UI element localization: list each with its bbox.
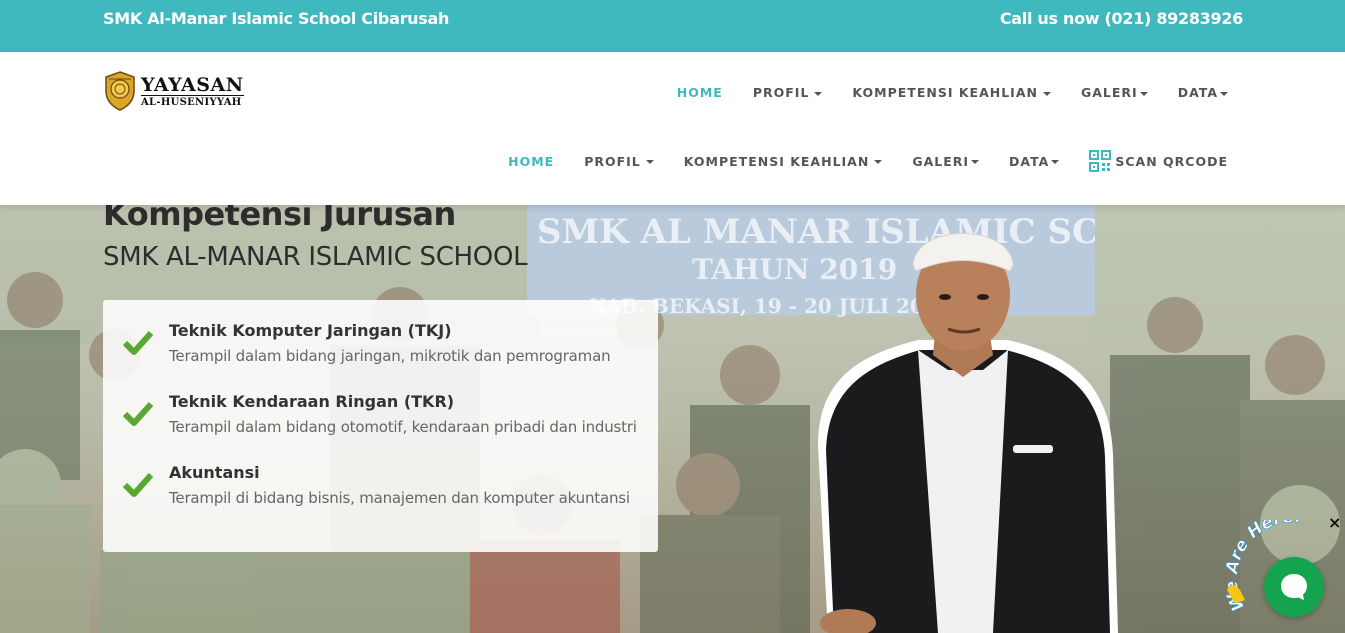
logo-text: YAYASAN AL-HUSENIYYAH bbox=[141, 75, 244, 108]
site-logo[interactable]: YAYASAN AL-HUSENIYYAH bbox=[103, 71, 244, 111]
feature-description: Terampil dalam bidang jaringan, mikrotik… bbox=[169, 347, 611, 365]
nav2-kompetensi-keahlian[interactable]: KOMPETENSI KEAHLIAN bbox=[684, 154, 883, 169]
caret-down-icon bbox=[971, 160, 980, 164]
nav-data[interactable]: DATA bbox=[1178, 85, 1228, 100]
check-icon bbox=[123, 330, 153, 355]
chat-bubble-icon bbox=[1281, 574, 1307, 600]
qrcode-icon bbox=[1089, 150, 1112, 172]
caret-down-icon bbox=[645, 160, 654, 164]
phone-contact[interactable]: Call us now (021) 89283926 bbox=[1000, 9, 1243, 28]
list-item: Akuntansi Terampil di bidang bisnis, man… bbox=[103, 457, 658, 528]
nav-kompetensi-keahlian[interactable]: KOMPETENSI KEAHLIAN bbox=[852, 85, 1051, 100]
check-icon bbox=[123, 401, 153, 426]
feature-title: Teknik Kendaraan Ringan (TKR) bbox=[169, 392, 455, 411]
nav-home[interactable]: HOME bbox=[677, 85, 723, 100]
nav2-home[interactable]: HOME bbox=[508, 154, 554, 169]
feature-description: Terampil di bidang bisnis, manajemen dan… bbox=[169, 489, 630, 507]
primary-nav: HOME PROFIL KOMPETENSI KEAHLIAN GALERI D… bbox=[677, 85, 1228, 100]
check-icon bbox=[123, 472, 153, 497]
caret-down-icon bbox=[874, 160, 883, 164]
hero-subtitle: SMK AL-MANAR ISLAMIC SCHOOL bbox=[103, 242, 528, 272]
caret-down-icon bbox=[1051, 160, 1060, 164]
hero-title: Kompetensi Jurusan bbox=[103, 205, 456, 233]
feature-title: Teknik Komputer Jaringan (TKJ) bbox=[169, 321, 452, 340]
feature-title: Akuntansi bbox=[169, 463, 260, 482]
chat-close-button[interactable]: × bbox=[1328, 513, 1341, 532]
competency-card: Teknik Komputer Jaringan (TKJ) Terampil … bbox=[103, 300, 658, 552]
site-header: YAYASAN AL-HUSENIYYAH HOME PROFIL KOMPET… bbox=[0, 52, 1345, 205]
caret-down-icon bbox=[1139, 91, 1148, 96]
nav2-galeri[interactable]: GALERI bbox=[912, 154, 980, 169]
list-item: Teknik Kendaraan Ringan (TKR) Terampil d… bbox=[103, 386, 658, 457]
logo-line2: AL-HUSENIYYAH bbox=[141, 94, 244, 108]
caret-down-icon bbox=[814, 91, 823, 96]
caret-down-icon bbox=[1042, 91, 1051, 96]
caret-down-icon bbox=[1220, 91, 1228, 96]
nav-galeri[interactable]: GALERI bbox=[1081, 85, 1148, 100]
nav-profil[interactable]: PROFIL bbox=[753, 85, 823, 100]
hero-section: Kompetensi Jurusan SMK AL-MANAR ISLAMIC … bbox=[0, 205, 1345, 633]
list-item: Teknik Komputer Jaringan (TKJ) Terampil … bbox=[103, 315, 658, 386]
secondary-nav: HOME PROFIL KOMPETENSI KEAHLIAN GALERI D… bbox=[508, 150, 1228, 172]
scan-qrcode-link[interactable]: SCAN QRCODE bbox=[1089, 150, 1228, 172]
chat-open-button[interactable] bbox=[1264, 557, 1324, 617]
principal-photo bbox=[818, 233, 1118, 633]
logo-line1: YAYASAN bbox=[141, 73, 244, 96]
feature-description: Terampil dalam bidang otomotif, kendaraa… bbox=[169, 418, 637, 436]
school-name: SMK Al-Manar Islamic School Cibarusah bbox=[103, 9, 450, 28]
nav2-data[interactable]: DATA bbox=[1009, 154, 1060, 169]
nav2-profil[interactable]: PROFIL bbox=[584, 154, 654, 169]
shield-logo-icon bbox=[105, 71, 135, 111]
top-bar: SMK Al-Manar Islamic School Cibarusah Ca… bbox=[0, 0, 1345, 52]
